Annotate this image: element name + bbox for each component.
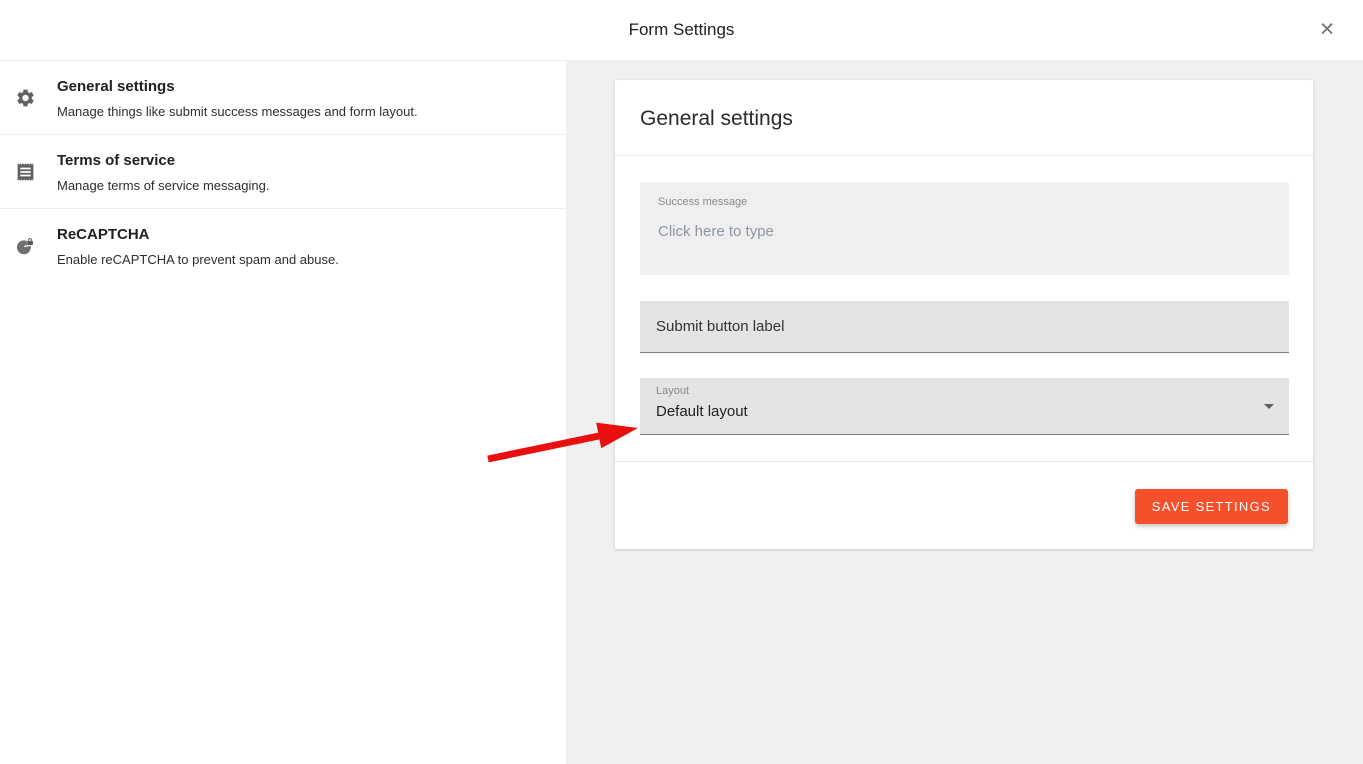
layout-select[interactable]: Layout Default layout	[640, 378, 1289, 435]
card-header: General settings	[615, 80, 1313, 156]
save-settings-button[interactable]: SAVE SETTINGS	[1135, 489, 1288, 524]
recaptcha-icon	[15, 236, 36, 257]
dialog-title: Form Settings	[629, 20, 735, 40]
success-message-field[interactable]: Success message Click here to type	[640, 182, 1289, 275]
sidebar-item-title: Terms of service	[57, 152, 546, 169]
layout-selected-value: Default layout	[656, 403, 1273, 420]
settings-content: General settings Success message Click h…	[566, 61, 1363, 764]
chevron-down-icon	[1264, 404, 1274, 409]
card-body: Success message Click here to type Submi…	[615, 156, 1313, 461]
sidebar-item-description: Enable reCAPTCHA to prevent spam and abu…	[57, 252, 546, 267]
close-icon[interactable]: ✕	[1315, 17, 1339, 44]
submit-button-label-text: Submit button label	[656, 318, 784, 335]
success-message-label: Success message	[658, 196, 1271, 208]
gear-icon	[15, 87, 36, 108]
submit-button-label-field[interactable]: Submit button label	[640, 301, 1289, 353]
success-message-placeholder: Click here to type	[658, 223, 1271, 240]
sidebar-item-title: ReCAPTCHA	[57, 226, 546, 243]
sidebar-item-description: Manage things like submit success messag…	[57, 104, 546, 119]
card-footer: SAVE SETTINGS	[615, 461, 1313, 549]
layout-label: Layout	[656, 385, 1273, 397]
dialog-header: Form Settings ✕	[0, 0, 1363, 61]
sidebar-item-general-settings[interactable]: General settings Manage things like subm…	[0, 61, 566, 135]
receipt-icon	[15, 161, 36, 182]
sidebar-item-terms-of-service[interactable]: Terms of service Manage terms of service…	[0, 135, 566, 209]
settings-sidebar: General settings Manage things like subm…	[0, 61, 566, 764]
dialog-body: General settings Manage things like subm…	[0, 61, 1363, 764]
sidebar-item-title: General settings	[57, 78, 546, 95]
card-title: General settings	[640, 107, 793, 130]
sidebar-item-description: Manage terms of service messaging.	[57, 178, 546, 193]
sidebar-item-recaptcha[interactable]: ReCAPTCHA Enable reCAPTCHA to prevent sp…	[0, 209, 566, 283]
general-settings-card: General settings Success message Click h…	[615, 80, 1313, 549]
